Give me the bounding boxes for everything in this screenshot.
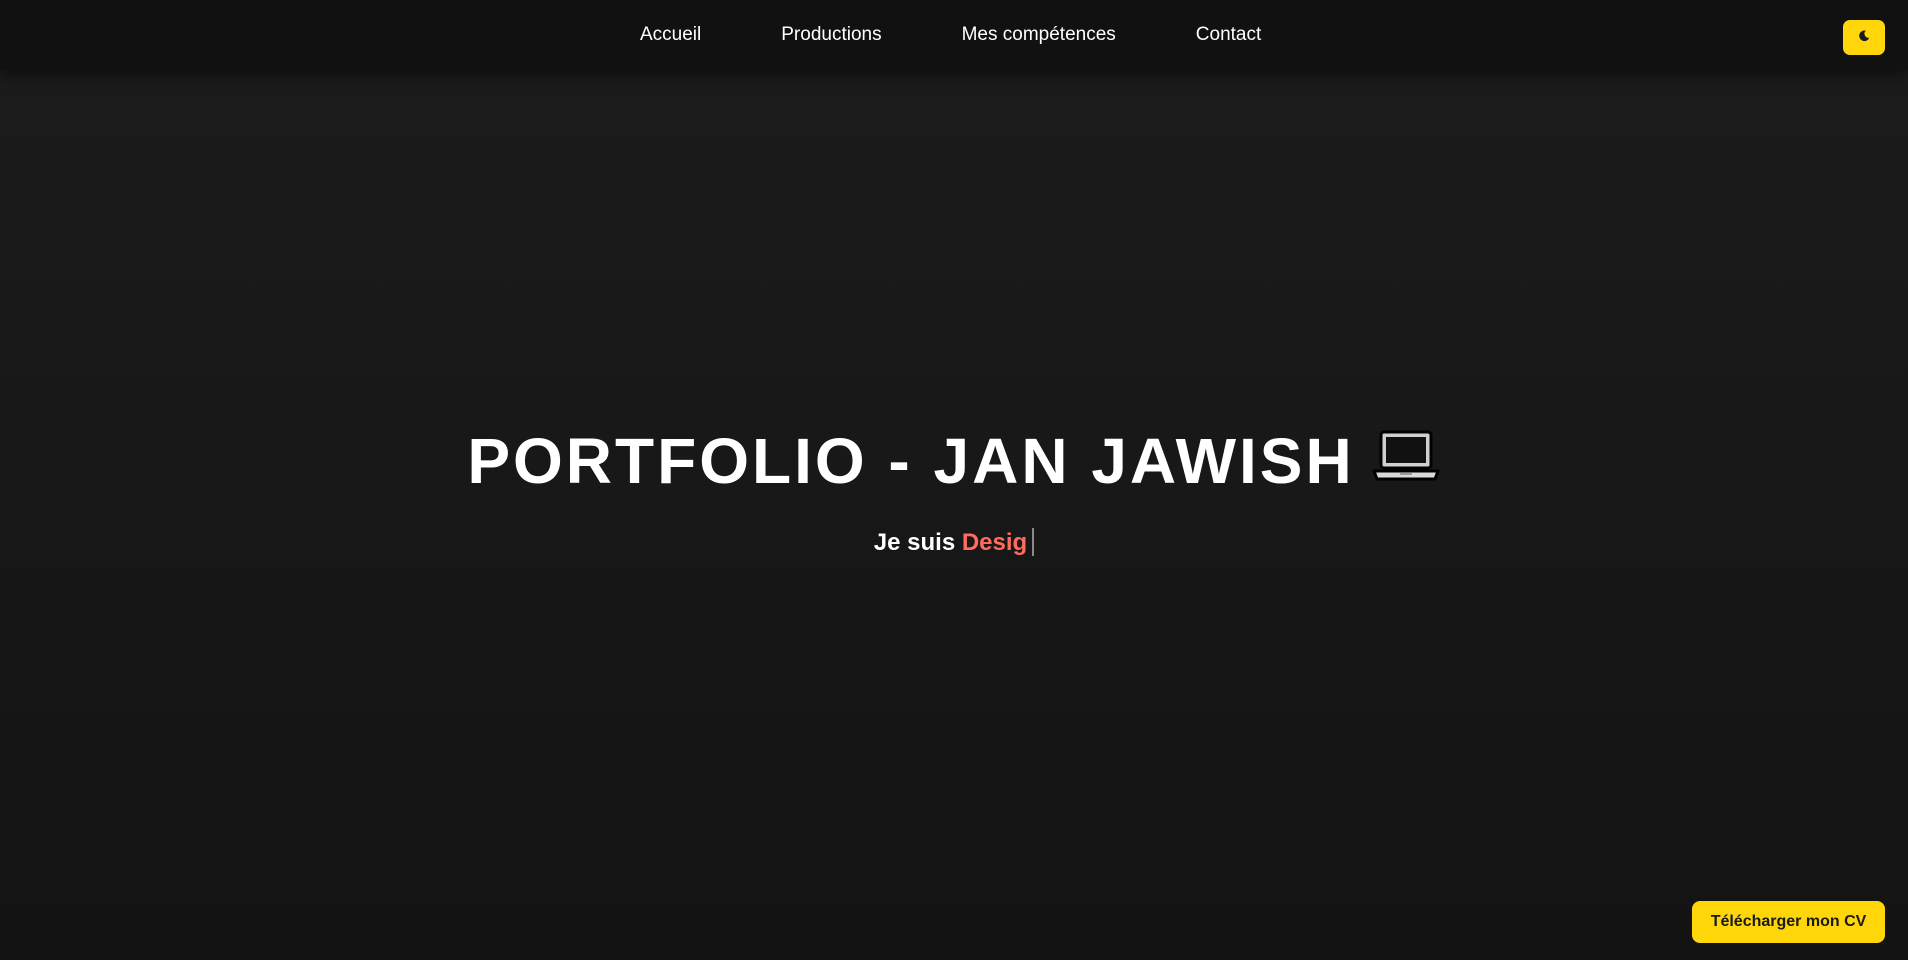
nav-link-productions[interactable]: Productions (781, 24, 881, 46)
theme-toggle-button[interactable] (1843, 20, 1885, 55)
nav-links: Accueil Productions Mes compétences Cont… (600, 0, 1341, 70)
nav-link-accueil[interactable]: Accueil (640, 24, 701, 46)
typing-cursor (1032, 527, 1035, 556)
page-title: PORTFOLIO - JAN JAWISH (0, 420, 1908, 507)
nav-link-competences[interactable]: Mes compétences (962, 24, 1116, 46)
laptop-icon (1371, 419, 1441, 501)
hero-title-text: PORTFOLIO - JAN JAWISH (467, 425, 1355, 497)
hero-section: PORTFOLIO - JAN JAWISH Je suis Desig (0, 420, 1908, 558)
moon-icon (1857, 29, 1871, 46)
subtitle-prefix: Je suis (873, 529, 956, 557)
typed-role-text: Desig (961, 529, 1028, 557)
page: Accueil Productions Mes compétences Cont… (0, 0, 1908, 960)
navbar: Accueil Productions Mes compétences Cont… (0, 0, 1908, 70)
nav-link-contact[interactable]: Contact (1196, 24, 1261, 46)
hero-subtitle: Je suis Desig (0, 527, 1908, 558)
download-cv-button[interactable]: Télécharger mon CV (1692, 901, 1885, 943)
